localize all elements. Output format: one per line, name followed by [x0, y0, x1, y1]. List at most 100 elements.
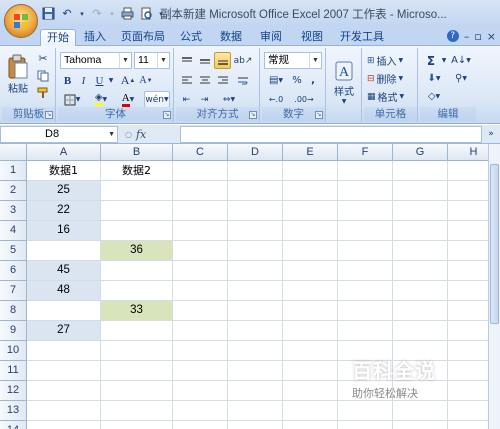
- cut-button[interactable]: ✂: [35, 50, 51, 67]
- cell-e4[interactable]: [283, 221, 338, 241]
- autosum-button[interactable]: Σ: [422, 52, 440, 69]
- cell-e6[interactable]: [283, 261, 338, 281]
- bold-button[interactable]: B: [60, 72, 75, 89]
- cell-c5[interactable]: [173, 241, 228, 261]
- cell-d12[interactable]: [228, 381, 283, 401]
- underline-dropdown[interactable]: ▼: [107, 72, 115, 89]
- close-icon[interactable]: ×: [487, 30, 496, 43]
- align-right-button[interactable]: [214, 72, 231, 89]
- paste-button[interactable]: 粘贴: [4, 50, 32, 98]
- cell-a9[interactable]: 27: [27, 321, 101, 341]
- clear-button[interactable]: ◇ ▼: [422, 88, 446, 105]
- styles-button[interactable]: A 样式 ▼: [330, 52, 358, 114]
- cell-g14[interactable]: [393, 421, 448, 429]
- tab-review[interactable]: 审阅: [256, 29, 286, 47]
- cell-b1[interactable]: 数据2: [101, 161, 173, 181]
- tab-data[interactable]: 数据: [216, 29, 246, 47]
- row-header-13[interactable]: 13: [0, 401, 27, 421]
- cell-f3[interactable]: [338, 201, 393, 221]
- cell-a8[interactable]: [27, 301, 101, 321]
- row-header-1[interactable]: 1: [0, 161, 27, 181]
- delete-cells-button[interactable]: ⊟ 删除 ▼: [366, 70, 414, 87]
- font-launcher[interactable]: ↘: [163, 111, 171, 119]
- cell-a5[interactable]: [27, 241, 101, 261]
- decrease-decimal-button[interactable]: .00→: [292, 91, 316, 108]
- increase-decimal-button[interactable]: ←.0: [264, 91, 288, 108]
- cell-g8[interactable]: [393, 301, 448, 321]
- alignment-launcher[interactable]: ↘: [249, 111, 257, 119]
- cell-f4[interactable]: [338, 221, 393, 241]
- expand-formula-bar-icon[interactable]: »: [484, 127, 498, 142]
- cell-c12[interactable]: [173, 381, 228, 401]
- cell-c14[interactable]: [173, 421, 228, 429]
- phonetic-button[interactable]: wén ▼: [144, 91, 170, 108]
- cell-b9[interactable]: [101, 321, 173, 341]
- cell-d8[interactable]: [228, 301, 283, 321]
- tab-home[interactable]: 开始: [40, 29, 76, 47]
- find-select-button[interactable]: ⚲ ▼: [450, 70, 472, 87]
- cell-d2[interactable]: [228, 181, 283, 201]
- insert-function-icon[interactable]: fx: [136, 128, 146, 141]
- cell-c8[interactable]: [173, 301, 228, 321]
- cell-e14[interactable]: [283, 421, 338, 429]
- name-box-dropdown-icon[interactable]: ▼: [108, 127, 115, 142]
- cell-c11[interactable]: [173, 361, 228, 381]
- format-cells-button[interactable]: ▦ 格式 ▼: [366, 88, 414, 105]
- font-name-combo[interactable]: Tahoma ▼: [60, 52, 132, 69]
- increase-indent-button[interactable]: ⇥: [196, 91, 213, 108]
- italic-button[interactable]: I: [76, 72, 91, 89]
- minimize-icon[interactable]: –: [464, 30, 470, 43]
- align-bottom-button[interactable]: [214, 52, 231, 69]
- cell-e1[interactable]: [283, 161, 338, 181]
- cell-f7[interactable]: [338, 281, 393, 301]
- name-box[interactable]: D8 ▼: [0, 126, 118, 143]
- cell-a3[interactable]: 22: [27, 201, 101, 221]
- cell-b2[interactable]: [101, 181, 173, 201]
- cell-d6[interactable]: [228, 261, 283, 281]
- tab-view[interactable]: 视图: [297, 29, 327, 47]
- cell-b7[interactable]: [101, 281, 173, 301]
- cell-f1[interactable]: [338, 161, 393, 181]
- autosum-dropdown[interactable]: ▼: [440, 52, 448, 69]
- grow-font-button[interactable]: A ▲: [120, 72, 136, 89]
- cell-a10[interactable]: [27, 341, 101, 361]
- decrease-indent-button[interactable]: ⇤: [178, 91, 195, 108]
- cell-c4[interactable]: [173, 221, 228, 241]
- font-color-button[interactable]: A ▼: [116, 91, 140, 108]
- cell-b10[interactable]: [101, 341, 173, 361]
- font-size-combo[interactable]: 11 ▼: [134, 52, 170, 69]
- row-header-8[interactable]: 8: [0, 301, 27, 321]
- row-header-6[interactable]: 6: [0, 261, 27, 281]
- cell-e12[interactable]: [283, 381, 338, 401]
- cell-f2[interactable]: [338, 181, 393, 201]
- redo-icon[interactable]: ↷: [89, 6, 105, 22]
- cell-b8[interactable]: 33: [101, 301, 173, 321]
- row-header-7[interactable]: 7: [0, 281, 27, 301]
- cell-c3[interactable]: [173, 201, 228, 221]
- cell-f8[interactable]: [338, 301, 393, 321]
- cell-g3[interactable]: [393, 201, 448, 221]
- cell-g4[interactable]: [393, 221, 448, 241]
- cell-b13[interactable]: [101, 401, 173, 421]
- align-left-button[interactable]: [178, 72, 195, 89]
- cell-d11[interactable]: [228, 361, 283, 381]
- cell-d1[interactable]: [228, 161, 283, 181]
- cell-g2[interactable]: [393, 181, 448, 201]
- cell-b4[interactable]: [101, 221, 173, 241]
- font-name-dropdown-icon[interactable]: ▼: [119, 53, 131, 68]
- cell-b11[interactable]: [101, 361, 173, 381]
- row-header-14[interactable]: 14: [0, 421, 27, 429]
- cell-a4[interactable]: 16: [27, 221, 101, 241]
- format-painter-button[interactable]: [35, 84, 51, 101]
- cell-d14[interactable]: [228, 421, 283, 429]
- align-top-button[interactable]: [178, 52, 195, 69]
- redo-dropdown-icon[interactable]: ▾: [108, 6, 116, 22]
- cell-e3[interactable]: [283, 201, 338, 221]
- cell-g9[interactable]: [393, 321, 448, 341]
- column-header-a[interactable]: A: [27, 144, 101, 161]
- cell-c9[interactable]: [173, 321, 228, 341]
- print-preview-icon[interactable]: [138, 6, 154, 22]
- cell-e5[interactable]: [283, 241, 338, 261]
- cell-f13[interactable]: [338, 401, 393, 421]
- cell-d4[interactable]: [228, 221, 283, 241]
